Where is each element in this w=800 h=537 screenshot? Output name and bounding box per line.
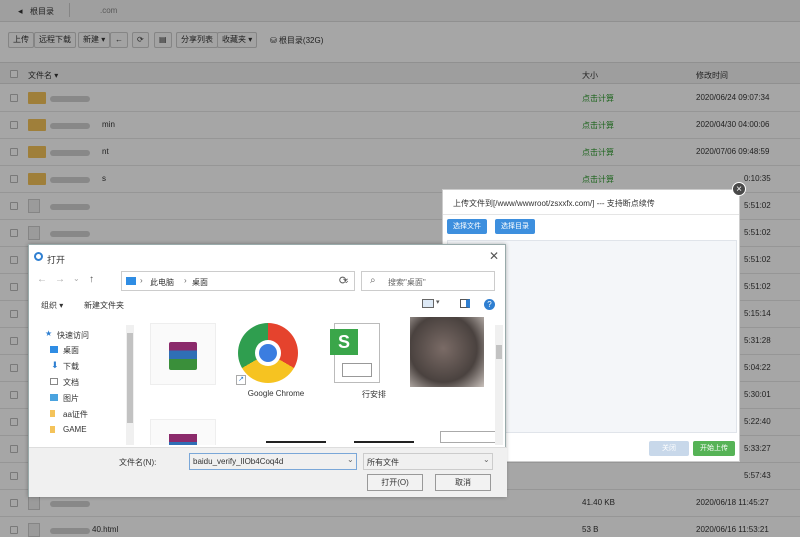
select-file-button[interactable]: 选择文件 [447,219,487,234]
tree-label: 下载 [63,362,79,371]
open-file-dialog: 打开 ✕ ← → ⌄ ↑ › 此电脑 › 桌面 ⌄ ⟳ ⌕ 搜索"桌面" 组织 … [28,244,507,497]
thumbnail[interactable] [354,441,414,443]
dialog-title: 打开 [47,255,66,265]
spreadsheet-icon: S [324,323,390,385]
breadcrumb-arrow-icon: › [184,276,187,285]
navigation-scrollbar[interactable] [126,325,134,445]
filetype-dropdown-icon[interactable]: ⌄ [483,455,490,464]
dialog-close-icon[interactable]: ✕ [489,249,499,263]
close-icon[interactable]: × [732,182,746,196]
search-input[interactable]: ⌕ 搜索"桌面" [361,271,495,291]
start-upload-button[interactable]: 开始上传 [693,441,735,456]
file-grid: ↗ Google Chrome S 行安排 [142,315,504,445]
photo-icon [410,317,484,387]
address-segment-desktop[interactable]: 桌面 [192,277,208,288]
folder-icon [50,410,55,417]
thumbnail[interactable] [266,441,326,443]
refresh-icon[interactable]: ⟳ [333,271,355,291]
upload-dialog-title: 上传文件到[/www/wwwroot/zsxxfx.com/] --- 支持断点… [453,199,655,208]
tree-label: 桌面 [63,346,79,355]
nav-up-icon[interactable]: ↑ [89,274,94,285]
tree-label: 文档 [63,378,79,387]
breadcrumb-arrow-icon: › [140,276,143,285]
new-folder-button[interactable]: 新建文件夹 [84,300,124,311]
folder-icon [50,426,55,433]
app-logo-icon [34,252,43,261]
tile-label: 行安排 [362,390,386,399]
recent-dropdown-icon[interactable]: ⌄ [73,274,80,283]
help-icon[interactable]: ? [484,299,495,310]
view-mode-icon[interactable] [422,299,434,308]
filetype-select[interactable]: 所有文件 [363,453,493,470]
filename-input[interactable]: baidu_verify_lIOb4Coq4d [189,453,357,470]
tree-label: 图片 [63,394,79,403]
nav-back-icon[interactable]: ← [37,274,47,285]
thumbnail[interactable] [440,431,500,443]
filename-dropdown-icon[interactable]: ⌄ [347,455,354,464]
preview-pane-icon[interactable] [460,299,470,308]
navigation-pane: ★ 快速访问 桌面 📌 ⬇ 下载 📌 文档 📌 图片 📌 [39,325,133,445]
close-button[interactable]: 关闭 [649,441,689,456]
winrar-icon [150,323,216,385]
filename-label: 文件名(N): [119,458,157,467]
divider [443,214,739,215]
nav-forward-icon[interactable]: → [55,274,65,285]
winrar-icon [150,419,216,445]
scroll-thumb[interactable] [127,333,133,423]
tree-label: 快速访问 [57,331,89,340]
address-segment-pc[interactable]: 此电脑 [150,277,174,288]
tile-label: Google Chrome [247,389,305,398]
star-icon: ★ [45,329,53,338]
computer-icon [126,277,136,285]
search-placeholder: 搜索"桌面" [388,278,426,287]
organize-menu[interactable]: 组织 ▾ [41,300,63,311]
select-directory-button[interactable]: 选择目录 [495,219,535,234]
tree-label: GAME [63,425,87,434]
scroll-thumb[interactable] [496,345,502,359]
desktop-icon [50,346,58,353]
tree-label: aa证件 [63,410,88,419]
chrome-icon: ↗ [236,323,302,385]
cancel-button[interactable]: 取消 [435,474,491,491]
address-bar[interactable]: › 此电脑 › 桌面 ⌄ [121,271,355,291]
picture-icon [50,394,58,401]
grid-scrollbar[interactable] [495,325,503,445]
view-dropdown-icon[interactable]: ▾ [436,298,440,306]
download-icon: ⬇ [51,360,59,370]
document-icon [50,378,58,385]
open-button[interactable]: 打开(O) [367,474,423,491]
search-icon: ⌕ [370,275,376,286]
